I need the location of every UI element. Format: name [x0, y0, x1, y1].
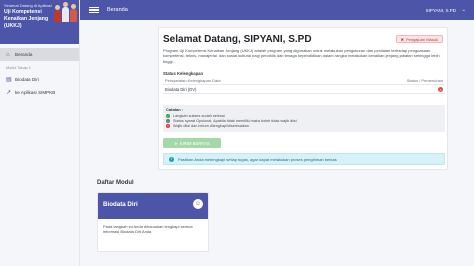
minus-circle-icon: –: [166, 118, 170, 123]
breadcrumb: Beranda: [107, 7, 128, 13]
sidebar-item-label: Beranda: [15, 52, 33, 57]
request-button[interactable]: ✖ Pengajuan Masuk: [395, 35, 443, 43]
banner-people-illustration: [53, 0, 79, 22]
menu-toggle-icon[interactable]: [89, 6, 99, 14]
banner-subtitle: Selamat Datang di Aplikasi: [4, 3, 52, 8]
info-icon: i: [169, 156, 174, 162]
table-row: Biodata Diri (DV) ×: [163, 85, 445, 94]
chevron-down-icon[interactable]: ⌄: [462, 7, 466, 13]
modules-title: Daftar Modul: [97, 180, 134, 186]
request-button-label: Pengajuan Masuk: [405, 36, 438, 42]
sidebar-banner: Selamat Datang di Aplikasi Uji Kompetens…: [0, 0, 79, 44]
requirement-name: Biodata Diri (DV): [165, 86, 197, 92]
module-description: Pada langkah ini Anda diharuskan lengkap…: [103, 224, 193, 235]
sidebar-item-beranda[interactable]: ⌂ Beranda: [0, 48, 79, 61]
intro-text: Program Uji Kompetensi Kenaikan Jenjang …: [163, 48, 440, 64]
page-title: Selamat Datang, SIPYANI, S.PD: [163, 34, 312, 45]
x-circle-icon: ×: [438, 86, 443, 92]
column-header: Persyaratan Kelengkapan Data: [165, 78, 221, 83]
send-button-label: KIRIM BERKAS: [179, 140, 210, 146]
sidebar-section-label: Modul Tahap 1: [6, 66, 31, 70]
send-icon: ➤: [174, 140, 178, 146]
note-item: × Wajib diisi dan belum dilengkapi/disel…: [166, 123, 442, 128]
home-icon: ⌂: [6, 51, 10, 58]
info-alert: i Pastikan Anda melengkapi setiap tugas,…: [163, 153, 445, 165]
status-table: Persyaratan Kelengkapan Data Status / Pe…: [163, 77, 445, 94]
module-card-biodata[interactable]: Biodata Diri ☺ Pada langkah ini Anda dih…: [97, 192, 209, 252]
table-header: Persyaratan Kelengkapan Data Status / Pe…: [163, 77, 445, 85]
send-files-button[interactable]: ➤ KIRIM BERKAS: [163, 138, 221, 148]
user-menu[interactable]: SIPYANI, S.PD: [426, 8, 456, 13]
status-title: Status Kelengkapan: [163, 71, 204, 76]
note-text: Langkah sukses sudah selesai: [173, 113, 225, 118]
top-navbar: Beranda SIPYANI, S.PD ⌄: [80, 0, 474, 20]
sidebar-item-label: ke Aplikasi SIMPKB: [15, 90, 56, 95]
link-icon: ↗: [6, 90, 12, 96]
x-circle-icon: ×: [166, 123, 170, 128]
sidebar-item-label: Biodata Diri: [15, 77, 39, 82]
banner-title: Uji Kompetensi Kenaikan Jenjang (UKKJ): [4, 9, 49, 29]
user-x-icon: ✖: [400, 36, 404, 42]
info-text: Pastikan Anda melengkapi setiap tugas, a…: [178, 156, 337, 162]
module-name: Biodata Diri: [103, 201, 138, 208]
notes-title: Catatan :: [166, 107, 184, 112]
sidebar: Selamat Datang di Aplikasi Uji Kompetens…: [0, 0, 80, 266]
column-header: Status / Pemenuhan: [406, 78, 443, 83]
user-icon: ☺: [193, 199, 203, 209]
sidebar-item-biodata[interactable]: ▤ Biodata Diri: [0, 73, 79, 86]
welcome-card: Selamat Datang, SIPYANI, S.PD ✖ Pengajua…: [158, 27, 448, 170]
notes-box: Catatan : ✓ Langkah sukses sudah selesai…: [163, 105, 445, 132]
note-text: Wajib diisi dan belum dilengkapi/diseles…: [173, 123, 249, 128]
module-card-header: Biodata Diri ☺: [98, 193, 208, 219]
note-text: Status syarat Opsional, Apabila tidak me…: [173, 118, 297, 123]
id-card-icon: ▤: [6, 77, 12, 83]
check-circle-icon: ✓: [166, 113, 170, 118]
sidebar-item-simpkb[interactable]: ↗ ke Aplikasi SIMPKB: [0, 86, 79, 99]
